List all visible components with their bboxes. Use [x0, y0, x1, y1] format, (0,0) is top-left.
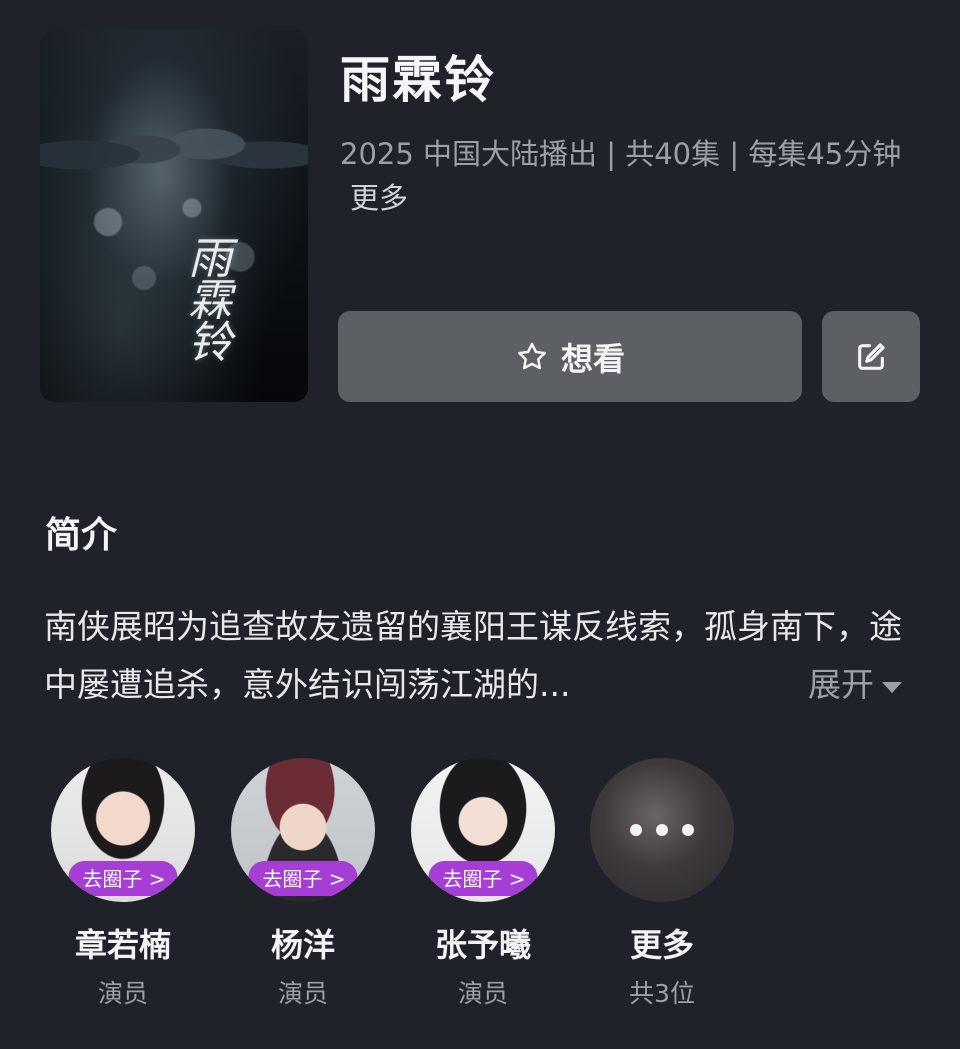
cast-more-label: 更多	[629, 926, 694, 964]
more-dots-icon	[630, 824, 694, 836]
want-to-watch-label: 想看	[560, 339, 625, 378]
want-to-watch-button[interactable]: 想看	[338, 311, 802, 402]
cast-role: 演员	[97, 979, 148, 1008]
synopsis-text: 南侠展昭为追查故友遗留的襄阳王谋反线索，孤身南下，途中屡遭追杀，意外结识闯荡江湖…	[44, 607, 902, 704]
star-icon	[518, 342, 546, 369]
cast-name: 章若楠	[74, 926, 171, 964]
fan-circle-badge[interactable]: 去圈子 >	[248, 861, 358, 896]
cast-more-item[interactable]: 更多 共3位	[587, 758, 737, 1010]
avatar[interactable]: 去圈子 >	[231, 758, 375, 902]
fan-circle-badge[interactable]: 去圈子 >	[68, 861, 178, 896]
expand-synopsis-button[interactable]: 展开	[808, 656, 902, 714]
fan-circle-badge[interactable]: 去圈子 >	[428, 861, 538, 896]
avatar[interactable]: 去圈子 >	[411, 758, 555, 902]
cast-name: 张予曦	[434, 926, 531, 964]
show-poster[interactable]: 雨霖铃	[40, 30, 308, 402]
cast-item[interactable]: 去圈子 > 杨洋 演员	[228, 758, 378, 1010]
show-meta: 2025 中国大陆播出 | 共40集 | 每集45分钟更多	[340, 132, 930, 220]
cast-item[interactable]: 去圈子 > 张予曦 演员	[408, 758, 558, 1010]
edit-icon	[858, 342, 885, 370]
caret-down-icon	[882, 681, 902, 693]
cast-count: 共3位	[629, 979, 695, 1008]
show-title: 雨霖铃	[340, 51, 496, 109]
cast-role: 演员	[277, 979, 328, 1008]
cast-item[interactable]: 去圈子 > 章若楠 演员	[48, 758, 198, 1010]
synopsis-heading: 简介	[45, 515, 118, 556]
avatar[interactable]: 去圈子 >	[51, 758, 195, 902]
more-info-link[interactable]: 更多	[350, 181, 408, 215]
cast-role: 演员	[457, 979, 508, 1008]
more-cast-avatar[interactable]	[590, 758, 734, 902]
cast-name: 杨洋	[270, 926, 335, 964]
show-meta-text: 2025 中国大陆播出 | 共40集 | 每集45分钟	[340, 137, 902, 171]
expand-label: 展开	[808, 665, 874, 704]
poster-calligraphy-title: 雨霖铃	[180, 235, 231, 361]
edit-review-button[interactable]	[822, 311, 920, 402]
